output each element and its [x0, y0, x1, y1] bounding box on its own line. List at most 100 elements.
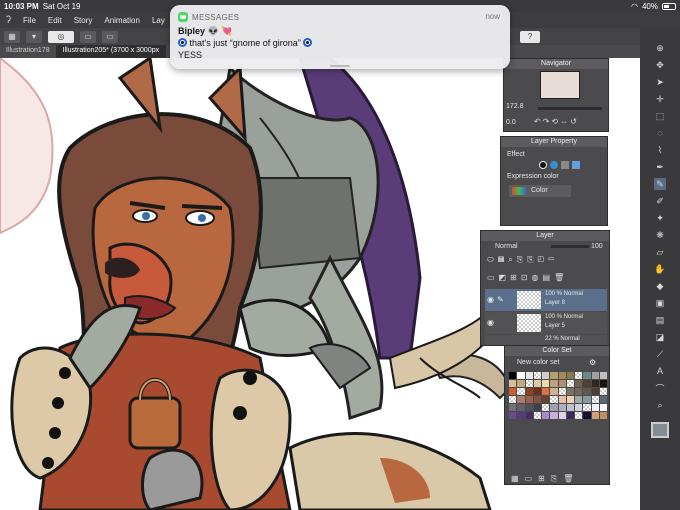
airbrush-tool-icon[interactable]: ✦ — [654, 212, 666, 224]
palette-swatch[interactable] — [566, 396, 574, 403]
palette-swatch[interactable] — [525, 380, 533, 387]
move-tool-icon[interactable]: ✥ — [654, 59, 666, 71]
lasso-tool-icon[interactable]: ◌ — [654, 127, 666, 139]
palette-swatch[interactable] — [550, 396, 558, 403]
palette-swatch[interactable] — [509, 412, 517, 419]
navigator-thumbnail[interactable] — [540, 71, 580, 99]
notification-grabber[interactable] — [330, 65, 350, 67]
tone-effect-icon[interactable] — [561, 161, 569, 169]
palette-swatch[interactable] — [583, 388, 591, 395]
palette-swatch[interactable] — [591, 388, 599, 395]
layer-action-icons[interactable]: ▭◩⊞⊡◍▤🗑 — [487, 273, 568, 282]
clip-studio-logo-icon[interactable]: ʔ — [6, 15, 11, 26]
palette-swatch[interactable] — [583, 412, 591, 419]
palette-swatch[interactable] — [525, 372, 533, 379]
zoom-tool-icon[interactable]: ⊕ — [654, 42, 666, 54]
palette-swatch[interactable] — [566, 372, 574, 379]
palette-swatch[interactable] — [583, 372, 591, 379]
palette-swatch[interactable] — [517, 404, 525, 411]
palette-swatch[interactable] — [575, 380, 583, 387]
palette-swatch[interactable] — [517, 412, 525, 419]
gradient-tool-icon[interactable]: ▣ — [654, 297, 666, 309]
palette-swatch[interactable] — [558, 388, 566, 395]
opacity-slider[interactable] — [551, 245, 589, 248]
palette-swatch[interactable] — [558, 404, 566, 411]
palette-swatch[interactable] — [542, 372, 550, 379]
layer-move-icon[interactable]: ✛ — [654, 93, 666, 105]
palette-swatch[interactable] — [575, 412, 583, 419]
text-tool-icon[interactable]: A — [654, 365, 666, 377]
palette-swatch[interactable] — [566, 412, 574, 419]
palette-swatch[interactable] — [517, 372, 525, 379]
palette-swatch[interactable] — [566, 388, 574, 395]
palette-swatch[interactable] — [517, 396, 525, 403]
balloon-tool-icon[interactable]: ⌒ — [654, 382, 666, 394]
main-color-swatch[interactable] — [651, 422, 669, 438]
menu-story[interactable]: Story — [74, 16, 93, 25]
visibility-eye-icon[interactable]: ◉ — [487, 295, 494, 304]
palette-swatch[interactable] — [542, 412, 550, 419]
chevron-down-icon[interactable]: ▾ — [26, 30, 42, 43]
frame-tool-icon[interactable]: ◪ — [654, 331, 666, 343]
menu-animation[interactable]: Animation — [104, 16, 140, 25]
watercolor-effect-icon[interactable] — [550, 161, 558, 169]
eyedropper-tool-icon[interactable]: ⌇ — [654, 144, 666, 156]
new-file-icon[interactable]: ▭ — [80, 30, 96, 43]
palette-swatch[interactable] — [599, 380, 607, 387]
blend-tool-icon[interactable]: ✋ — [654, 263, 666, 275]
palette-swatch[interactable] — [525, 388, 533, 395]
palette-swatch[interactable] — [591, 380, 599, 387]
palette-swatch[interactable] — [591, 412, 599, 419]
palette-swatch[interactable] — [550, 380, 558, 387]
palette-swatch[interactable] — [550, 388, 558, 395]
decoration-tool-icon[interactable]: ❋ — [654, 229, 666, 241]
palette-swatch[interactable] — [599, 388, 607, 395]
palette-swatch[interactable] — [542, 396, 550, 403]
layer-row-3[interactable]: 22 % Normal — [485, 335, 607, 345]
zoom-slider[interactable] — [538, 107, 602, 110]
layer-toolbar-icons[interactable]: ⬭▦⌕⎘⎘◰▭ — [487, 255, 558, 265]
palette-swatch[interactable] — [533, 372, 541, 379]
pen-tool-icon[interactable]: ✒ — [654, 161, 666, 173]
blend-mode-select[interactable]: Normal — [495, 243, 518, 250]
palette-swatch[interactable] — [575, 372, 583, 379]
eraser-tool-icon[interactable]: ▱ — [654, 246, 666, 258]
palette-swatch[interactable] — [599, 412, 607, 419]
color-set-select[interactable]: New color set — [517, 359, 559, 366]
color-set-action-icons[interactable]: ▦▭⊞⎘🗑 — [511, 474, 579, 484]
grid-menu-icon[interactable]: ▦ — [4, 30, 20, 43]
palette-swatch[interactable] — [525, 404, 533, 411]
opacity-value[interactable]: 100 — [591, 243, 603, 250]
palette-swatch[interactable] — [517, 380, 525, 387]
palette-swatch[interactable] — [558, 412, 566, 419]
palette-swatch[interactable] — [558, 372, 566, 379]
open-file-icon[interactable]: ▭ — [102, 30, 118, 43]
palette-swatch[interactable] — [599, 396, 607, 403]
palette-swatch[interactable] — [542, 388, 550, 395]
palette-swatch[interactable] — [558, 396, 566, 403]
clip-studio-button[interactable]: ◎ — [48, 30, 74, 43]
menu-layer[interactable]: Lay — [152, 16, 165, 25]
visibility-eye-icon[interactable]: ◉ — [487, 318, 494, 327]
palette-swatch[interactable] — [599, 404, 607, 411]
layer-row-layer8[interactable]: ◉ ✎ 100 % Normal Layer 8 — [485, 289, 607, 311]
palette-swatch[interactable] — [542, 404, 550, 411]
menu-file[interactable]: File — [23, 16, 36, 25]
expression-color-select[interactable]: Color — [509, 185, 571, 197]
palette-swatch[interactable] — [583, 396, 591, 403]
palette-swatch[interactable] — [566, 404, 574, 411]
palette-swatch[interactable] — [533, 388, 541, 395]
palette-swatch[interactable] — [509, 372, 517, 379]
palette-swatch[interactable] — [509, 396, 517, 403]
palette-swatch[interactable] — [550, 372, 558, 379]
palette-swatch[interactable] — [542, 380, 550, 387]
border-effect-icon[interactable] — [539, 161, 547, 169]
palette-swatch[interactable] — [525, 412, 533, 419]
correct-line-tool-icon[interactable]: ⌕ — [654, 399, 666, 411]
palette-swatch[interactable] — [583, 404, 591, 411]
rotate-icons[interactable]: ↶↷⟲⇔↺ — [534, 117, 579, 126]
tab-illustration178[interactable]: Illustration178 — [0, 45, 57, 58]
operation-tool-icon[interactable]: ➤ — [654, 76, 666, 88]
palette-swatch[interactable] — [558, 380, 566, 387]
palette-swatch[interactable] — [509, 380, 517, 387]
